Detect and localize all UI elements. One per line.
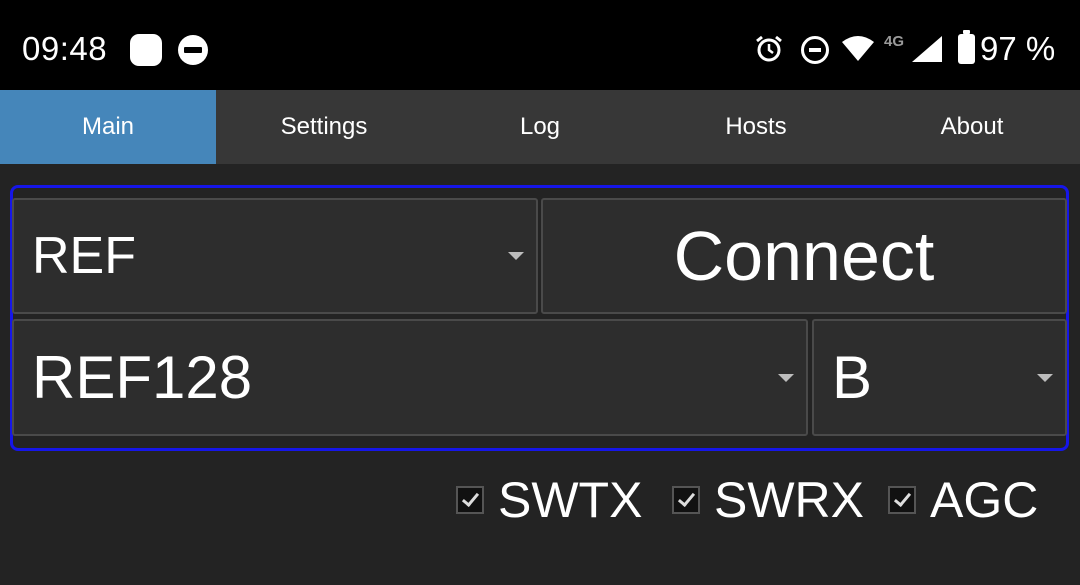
reflector-select-value: REF128 <box>32 344 253 411</box>
status-bar: 09:48 4G 97 % <box>0 0 1080 90</box>
tab-main[interactable]: Main <box>0 90 216 164</box>
wifi-icon <box>842 36 874 61</box>
dnd-icon <box>801 36 829 64</box>
dnd-icon <box>178 35 208 65</box>
module-select[interactable]: B <box>812 319 1067 436</box>
chevron-down-icon <box>1037 373 1053 382</box>
swrx-checkbox[interactable]: SWRX <box>672 472 864 528</box>
tab-bar: Main Settings Log Hosts About <box>0 90 1080 164</box>
battery-icon <box>958 30 975 64</box>
chevron-down-icon <box>508 252 524 260</box>
tab-hosts[interactable]: Hosts <box>648 90 864 164</box>
reflector-select[interactable]: REF128 <box>12 319 808 436</box>
alarm-icon <box>756 35 782 62</box>
network-type: 4G <box>884 33 905 50</box>
battery-percent: 97 % <box>980 30 1056 67</box>
agc-checkbox[interactable]: AGC <box>888 472 1038 528</box>
checkbox-checked-icon[interactable] <box>888 486 916 514</box>
swrx-label: SWRX <box>714 472 864 528</box>
signal-icon <box>912 36 942 62</box>
status-time: 09:48 <box>22 30 108 67</box>
connect-button[interactable]: Connect <box>541 198 1067 314</box>
tab-settings[interactable]: Settings <box>216 90 432 164</box>
swtx-checkbox[interactable]: SWTX <box>456 472 642 528</box>
mode-select-value: REF <box>32 227 136 285</box>
mode-select[interactable]: REF <box>12 198 538 314</box>
checkbox-checked-icon[interactable] <box>672 486 700 514</box>
connect-button-label: Connect <box>673 217 935 295</box>
module-select-value: B <box>832 344 873 411</box>
tab-log[interactable]: Log <box>432 90 648 164</box>
app-icon <box>130 34 162 66</box>
agc-label: AGC <box>930 472 1039 528</box>
chevron-down-icon <box>778 373 794 382</box>
checkbox-checked-icon[interactable] <box>456 486 484 514</box>
tab-about[interactable]: About <box>864 90 1080 164</box>
swtx-label: SWTX <box>498 472 643 528</box>
